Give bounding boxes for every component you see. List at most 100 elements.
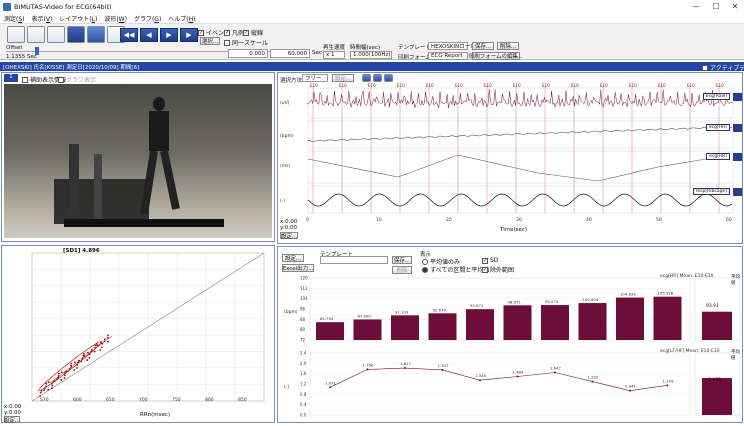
first-frame-button[interactable]: ◀◀	[120, 28, 138, 42]
x-tick: 650	[106, 397, 115, 403]
active-data-checkbox[interactable]: アクティブデータ	[702, 63, 744, 72]
grid-checkbox[interactable]: ✓ 縦線	[243, 28, 263, 37]
resp-tag[interactable]: resp[Ribcage]	[693, 188, 730, 195]
event-label: E10	[542, 83, 550, 88]
speed-label: 再生速度	[323, 43, 345, 51]
data-point	[96, 343, 98, 345]
y-tick: 80	[300, 327, 306, 332]
hr-bar	[391, 315, 419, 340]
waveform-setting-button[interactable]: 設定...	[332, 74, 354, 82]
excel-export-button[interactable]: Excel出力...	[282, 264, 314, 272]
data-point	[74, 362, 76, 364]
menu-graph[interactable]: グラフ(G)	[134, 14, 161, 23]
play-button[interactable]: ▶	[160, 28, 178, 42]
template-select[interactable]: HEXOSKINローレンツ	[428, 42, 468, 50]
data-point	[94, 351, 96, 353]
toolbar-save-button[interactable]: 保存...	[472, 42, 494, 50]
hr-chart-title: ecg[HR] Mean: E10-E10	[660, 274, 714, 279]
video-tab[interactable]: 1	[4, 74, 18, 82]
select-method-dropdown[interactable]: フリー	[302, 74, 328, 82]
select-button[interactable]: 選択...	[200, 37, 220, 45]
width-select[interactable]: 1.000(100Hz)	[350, 51, 392, 59]
layout-button[interactable]	[67, 26, 85, 43]
ecg-rr-menu-icon[interactable]	[733, 153, 742, 161]
summary-charts: 7280889610411212085.79487.90991.109 92.67…	[280, 273, 742, 423]
next-button[interactable]: ▶	[180, 28, 198, 42]
x-tick: 800	[205, 397, 214, 403]
row-unit: (-)	[280, 198, 285, 204]
lfhf-data-label: 1.647	[550, 365, 561, 370]
export-button[interactable]	[47, 26, 65, 43]
minimize-button[interactable]: —	[686, 0, 706, 13]
poincare-xlabel: RRn(msec)	[140, 412, 170, 418]
legend-checkbox[interactable]: ✓ 凡例	[224, 28, 244, 37]
y-tick: 120	[300, 276, 308, 281]
graph-display-checkbox[interactable]: グラフ表示	[58, 75, 96, 84]
menu-measure[interactable]: 測定(S)	[4, 14, 25, 23]
y-tick: 0.4	[300, 402, 307, 407]
export-icon[interactable]	[384, 74, 393, 82]
data-point	[45, 385, 47, 387]
sd-label: SD	[490, 257, 498, 264]
x-tick: 20	[446, 217, 452, 223]
waveform-row	[308, 88, 733, 118]
menu-help[interactable]: ヘルプ(H)	[168, 14, 195, 23]
data-point	[41, 390, 43, 392]
ecg-raw-tag[interactable]: ecg[Raw]	[703, 93, 730, 100]
save-file-button[interactable]	[27, 26, 45, 43]
lfhf-data-label: 1.346	[475, 373, 486, 378]
video-frame[interactable]	[4, 84, 272, 238]
waveform-row	[308, 151, 733, 183]
hr-bar	[354, 319, 382, 340]
event-label: E10	[368, 83, 376, 88]
zoom-icon[interactable]	[362, 74, 371, 82]
summary-save-button[interactable]: 保存...	[392, 256, 412, 264]
ecg-rr-tag[interactable]: ecg[RR]	[706, 153, 730, 160]
print-form-edit-button[interactable]: 印刷フォームの編集...	[472, 52, 520, 60]
maximize-button[interactable]: ☐	[706, 0, 726, 13]
row-unit: (bpm)	[280, 133, 294, 139]
data-point	[51, 385, 53, 387]
width-label: 時間幅(sec)	[350, 43, 380, 51]
end-time-field[interactable]: 60.000	[270, 49, 310, 58]
summary-template-select[interactable]	[320, 256, 388, 264]
y-tick: 88	[300, 317, 306, 322]
ecg-hr-tag[interactable]: ecg[HR]	[706, 124, 730, 131]
menu-waveform[interactable]: 波形(W)	[104, 14, 127, 23]
data-point	[104, 338, 106, 340]
close-button[interactable]: ✕	[725, 0, 744, 13]
hr-data-label: 95.871	[470, 303, 484, 308]
print-form-select[interactable]: ECG Report	[428, 52, 468, 60]
toolbar-delete-button[interactable]: 削除...	[497, 42, 519, 50]
y-tick: 96	[300, 307, 306, 312]
data-point	[39, 395, 41, 397]
menu-view[interactable]: 表示(V)	[32, 14, 53, 23]
ecg-raw-menu-icon[interactable]	[733, 93, 742, 101]
hr-bar	[654, 297, 682, 340]
graph-button[interactable]	[87, 26, 105, 43]
x-tick: 10	[376, 217, 382, 223]
waveform-setting-button-2[interactable]: 設定...	[280, 232, 298, 239]
data-point	[101, 346, 103, 348]
graph-display-label: グラフ表示	[66, 75, 96, 84]
fit-icon[interactable]	[373, 74, 382, 82]
row-unit: (ms)	[280, 163, 290, 169]
poincare-setting-button[interactable]: 設定...	[4, 416, 20, 423]
data-point	[53, 381, 55, 383]
menu-layout[interactable]: レイアウト(L)	[59, 14, 97, 23]
summary-setting-button[interactable]: 設定...	[282, 254, 304, 262]
open-button[interactable]	[7, 26, 25, 43]
x-tick: 40	[586, 217, 592, 223]
same-scale-checkbox[interactable]: 同一スケール	[224, 38, 268, 47]
speed-select[interactable]: x 1	[323, 51, 345, 59]
hr-avg-label: 平均値	[731, 274, 744, 286]
resp-menu-icon[interactable]	[733, 188, 742, 196]
y-tick: 1.2	[300, 382, 307, 387]
hr-bar	[316, 322, 344, 340]
sd-checkbox[interactable]: ✓ SD	[482, 257, 498, 264]
data-point	[76, 367, 78, 369]
event-label: E10	[513, 83, 521, 88]
start-time-field[interactable]: 0.000	[228, 49, 268, 58]
prev-button[interactable]: ◀	[140, 28, 158, 42]
ecg-hr-menu-icon[interactable]	[733, 124, 742, 132]
